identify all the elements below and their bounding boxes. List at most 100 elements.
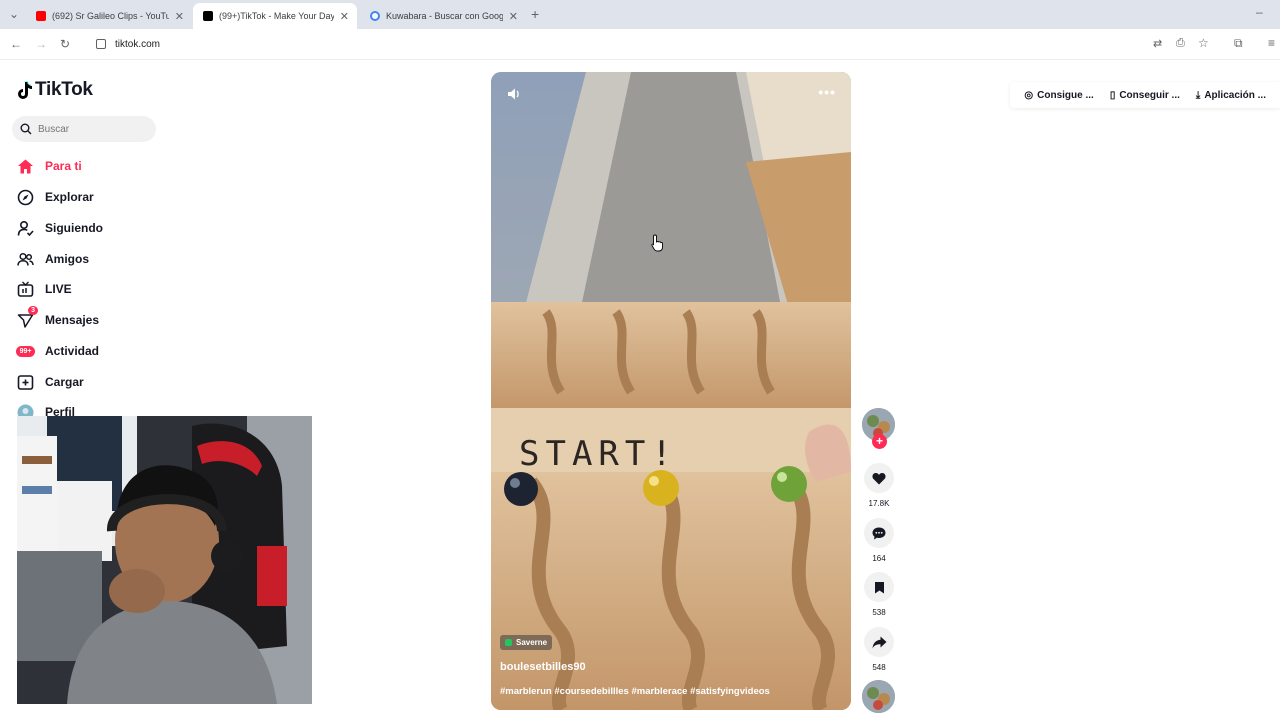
volume-icon xyxy=(508,88,519,100)
desktop-app-link[interactable]: ⤓ Aplicación ... xyxy=(1196,90,1266,101)
browser-toolbar: ← → ↻ tiktok.com ⇄ ⎙ ☆ ⧉ ≡ xyxy=(0,29,1280,60)
share-button[interactable] xyxy=(864,627,894,657)
tiktok-favicon-icon xyxy=(203,11,213,21)
following-icon xyxy=(17,220,34,237)
sidebar-item-label: Cargar xyxy=(45,375,84,389)
get-coins-link[interactable]: ◎ Consigue ... xyxy=(1024,90,1093,101)
sidebar-item-live[interactable]: LIVE xyxy=(17,278,72,300)
url-text: tiktok.com xyxy=(115,38,161,50)
phone-icon: ▯ xyxy=(1109,89,1116,101)
tab-google[interactable]: Kuwabara - Buscar con Google ✕ xyxy=(360,3,526,29)
sidebar-item-siguiendo[interactable]: Siguiendo xyxy=(17,217,103,239)
menu-icon[interactable]: ≡ xyxy=(1268,36,1275,50)
sidebar-item-label: Siguiendo xyxy=(45,221,103,235)
top-link-label: Conseguir ... xyxy=(1119,89,1180,101)
like-button[interactable] xyxy=(864,463,894,493)
translate-icon[interactable]: ⇄ xyxy=(1153,37,1162,50)
tab-title: (692) Sr Galileo Clips - YouTube xyxy=(52,11,169,21)
save-count: 538 xyxy=(872,608,886,617)
download-icon: ⤓ xyxy=(1195,89,1201,101)
more-options-icon[interactable]: ••• xyxy=(818,84,836,100)
comment-action[interactable]: 164 xyxy=(862,518,896,563)
share-count: 548 xyxy=(872,663,886,672)
sidebar-item-para-ti[interactable]: Para ti xyxy=(17,155,82,177)
comment-count: 164 xyxy=(872,554,886,563)
browser-tab-bar: ⌄ (692) Sr Galileo Clips - YouTube ✕ (99… xyxy=(0,0,1280,29)
search-input[interactable] xyxy=(38,123,138,135)
video-player[interactable]: START! ••• Saverne boulesetbilles90 #mar… xyxy=(491,72,851,710)
location-tag[interactable]: Saverne xyxy=(500,635,553,650)
new-tab-icon[interactable]: + xyxy=(531,6,539,22)
comment-button[interactable] xyxy=(864,518,894,548)
save-button[interactable] xyxy=(864,572,894,602)
like-count: 17.8K xyxy=(868,499,890,508)
video-caption[interactable]: #marblerun #coursedebillles #marblerace … xyxy=(500,686,770,697)
tab-youtube[interactable]: (692) Sr Galileo Clips - YouTube ✕ xyxy=(26,3,192,29)
sidebar-item-label: Explorar xyxy=(45,190,94,204)
heart-icon xyxy=(872,472,886,484)
close-icon[interactable]: ✕ xyxy=(509,10,518,23)
sidebar-item-label: Amigos xyxy=(45,252,90,266)
back-icon[interactable]: ← xyxy=(10,37,22,51)
brand-name: TikTok xyxy=(35,79,93,100)
site-info-icon[interactable] xyxy=(96,39,106,49)
sidebar-item-cargar[interactable]: Cargar xyxy=(17,371,84,393)
tab-title: (99+)TikTok - Make Your Day xyxy=(219,11,334,21)
share-icon xyxy=(872,636,886,648)
share-action[interactable]: 548 xyxy=(862,627,896,672)
upload-icon xyxy=(17,374,34,391)
youtube-favicon-icon xyxy=(36,11,46,21)
minimize-icon[interactable]: – xyxy=(1256,5,1263,19)
webcam-feed-image xyxy=(17,416,312,704)
google-favicon-icon xyxy=(370,11,380,21)
top-right-links: ◎ Consigue ... ▯ Conseguir ... ⤓ Aplicac… xyxy=(1010,82,1280,108)
sidebar-item-amigos[interactable]: Amigos xyxy=(17,248,89,270)
comment-icon xyxy=(872,527,886,539)
location-pin-icon xyxy=(505,639,512,646)
hand-cursor-icon xyxy=(651,234,663,252)
tab-search-icon[interactable]: ⌄ xyxy=(9,7,19,21)
bookmark-icon xyxy=(874,581,884,593)
activity-badge: 99+ xyxy=(15,345,36,357)
sidebar-item-label: Mensajes xyxy=(45,313,100,327)
tiktok-logo-icon xyxy=(18,80,32,99)
location-label: Saverne xyxy=(516,638,548,647)
sidebar-item-label: Actividad xyxy=(45,344,100,358)
reload-icon[interactable]: ↻ xyxy=(60,37,70,51)
top-link-label: Aplicación ... xyxy=(1204,89,1266,101)
close-icon[interactable]: ✕ xyxy=(340,10,349,23)
tiktok-logo[interactable]: TikTok xyxy=(17,79,93,101)
music-disc-avatar[interactable] xyxy=(862,680,895,713)
sidebar-item-explorar[interactable]: Explorar xyxy=(17,186,94,208)
compass-icon xyxy=(17,189,34,206)
live-icon xyxy=(17,281,34,298)
get-app-link[interactable]: ▯ Conseguir ... xyxy=(1110,90,1180,101)
tab-tiktok[interactable]: (99+)TikTok - Make Your Day ✕ xyxy=(193,3,357,29)
sidebar-item-label: LIVE xyxy=(45,282,72,296)
sidebar-item-mensajes[interactable]: 3 Mensajes xyxy=(17,305,100,331)
forward-icon[interactable]: → xyxy=(35,37,47,51)
close-icon[interactable]: ✕ xyxy=(175,10,184,23)
video-author[interactable]: boulesetbilles90 xyxy=(500,661,586,673)
coin-icon: ◎ xyxy=(1024,89,1034,101)
follow-button[interactable]: + xyxy=(872,434,887,449)
tab-title: Kuwabara - Buscar con Google xyxy=(386,11,503,21)
extensions-icon[interactable]: ⧉ xyxy=(1234,36,1243,51)
activity-icon: 99+ xyxy=(15,343,36,360)
mute-button[interactable] xyxy=(507,87,521,106)
sidebar-item-label: Para ti xyxy=(45,159,82,173)
bookmark-star-icon[interactable]: ☆ xyxy=(1198,36,1209,50)
search-bar[interactable] xyxy=(12,116,156,142)
install-icon[interactable]: ⎙ xyxy=(1176,37,1185,50)
search-icon xyxy=(20,123,32,135)
messages-badge: 3 xyxy=(28,305,38,315)
save-action[interactable]: 538 xyxy=(862,572,896,617)
video-sign-text: START! xyxy=(519,434,678,474)
video-frame-image xyxy=(491,72,851,710)
home-icon xyxy=(17,158,34,175)
address-bar[interactable]: tiktok.com xyxy=(88,33,1148,55)
top-link-label: Consigue ... xyxy=(1037,89,1094,101)
like-action[interactable]: 17.8K xyxy=(862,463,896,508)
sidebar-item-actividad[interactable]: 99+ Actividad xyxy=(15,340,100,362)
webcam-overlay xyxy=(17,416,312,704)
